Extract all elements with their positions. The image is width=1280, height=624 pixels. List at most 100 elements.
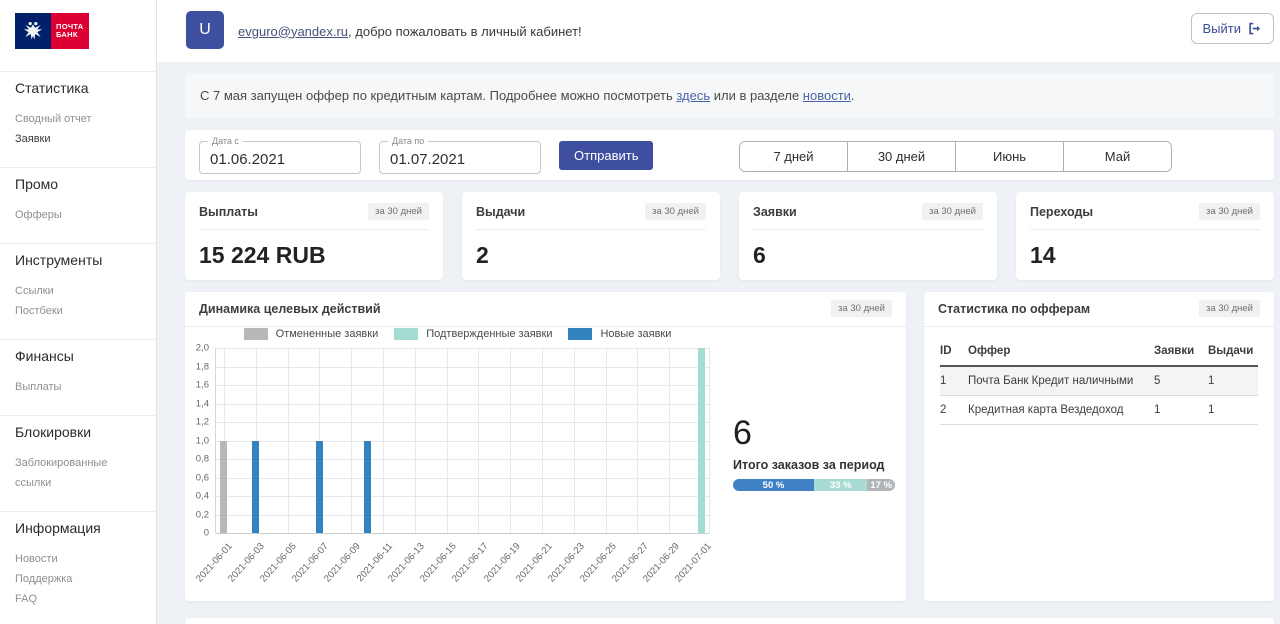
sidebar-item-faq[interactable]: FAQ xyxy=(15,589,141,609)
notice-middle: или в разделе xyxy=(710,88,803,103)
legend-swatch-confirmed xyxy=(394,328,418,340)
summary-label: Итого заказов за период xyxy=(733,458,895,472)
h-gridline xyxy=(216,367,709,368)
table-cell: 1 xyxy=(1154,396,1208,425)
period-badge: за 30 дней xyxy=(368,203,429,220)
chart-y-axis: 2,01,81,61,41,21,00,80,60,40,20 xyxy=(185,348,211,533)
v-gridline xyxy=(669,348,670,533)
legend-item-new: Новые заявки xyxy=(568,328,671,340)
period-badge: за 30 дней xyxy=(1199,203,1260,220)
sidebar-item-payouts[interactable]: Выплаты xyxy=(15,377,141,397)
stat-card-value: 14 xyxy=(1030,242,1260,269)
v-gridline xyxy=(542,348,543,533)
pochta-bank-wordmark: ПОЧТА БАНК xyxy=(51,13,89,49)
top-bar: U evguro@yandex.ru, добро пожаловать в л… xyxy=(157,0,1280,62)
sidebar-section-promo: Промо Офферы xyxy=(0,167,156,243)
y-tick-label: 2,0 xyxy=(196,343,209,354)
sidebar-item-summary-report[interactable]: Сводный отчет xyxy=(15,109,141,129)
h-gridline xyxy=(216,515,709,516)
period-badge: за 30 дней xyxy=(645,203,706,220)
range-june-button[interactable]: Июнь xyxy=(956,142,1064,171)
v-gridline xyxy=(637,348,638,533)
sidebar-section-title: Промо xyxy=(15,176,141,193)
sidebar-item-blocked-links[interactable]: Заблокированные ссылки xyxy=(15,453,141,493)
stat-card-payouts: Выплаты за 30 дней 15 224 RUB xyxy=(185,192,443,280)
table-cell: 1 xyxy=(1208,366,1258,396)
sidebar-section-tools: Инструменты Ссылки Постбеки xyxy=(0,243,156,339)
sidebar-item-applications[interactable]: Заявки xyxy=(15,129,141,149)
sidebar-section-blocks: Блокировки Заблокированные ссылки xyxy=(0,415,156,511)
range-7-days-button[interactable]: 7 дней xyxy=(740,142,848,171)
stat-card-value: 2 xyxy=(476,242,706,269)
pochta-bank-emblem-icon xyxy=(15,13,51,49)
table-row[interactable]: 2Кредитная карта Вездедоход11 xyxy=(940,396,1258,425)
notice-link-news[interactable]: новости xyxy=(803,88,851,103)
user-avatar[interactable]: U xyxy=(186,11,224,49)
sidebar-section-title: Информация xyxy=(15,520,141,537)
date-to-input[interactable] xyxy=(380,142,540,173)
submit-button[interactable]: Отправить xyxy=(559,141,653,170)
sidebar-item-support[interactable]: Поддержка xyxy=(15,569,141,589)
y-tick-label: 1,2 xyxy=(196,417,209,428)
date-to-label: Дата по xyxy=(388,136,428,146)
legend-item-confirmed: Подтвержденные заявки xyxy=(394,328,552,340)
sidebar-section-information: Информация Новости Поддержка FAQ xyxy=(0,511,156,624)
stat-card-value: 15 224 RUB xyxy=(199,242,429,269)
sidebar-section-finance: Финансы Выплаты xyxy=(0,339,156,415)
h-gridline xyxy=(216,478,709,479)
chart-summary: 6 Итого заказов за период 50 %33 %17 % xyxy=(733,414,895,491)
sidebar-item-news[interactable]: Новости xyxy=(15,549,141,569)
percent-segment: 33 % xyxy=(814,479,867,491)
offers-table-body: 1Почта Банк Кредит наличными512Кредитная… xyxy=(940,366,1258,425)
legend-label: Отмененные заявки xyxy=(276,328,379,340)
user-email-link[interactable]: evguro@yandex.ru xyxy=(238,24,348,39)
legend-swatch-canceled xyxy=(244,328,268,340)
notice-prefix: С 7 мая запущен оффер по кредитным карта… xyxy=(200,88,676,103)
sidebar: ПОЧТА БАНК Статистика Сводный отчет Заяв… xyxy=(0,0,157,624)
chart-bar xyxy=(252,441,259,534)
table-cell: 5 xyxy=(1154,366,1208,396)
v-gridline xyxy=(606,348,607,533)
column-header-id: ID xyxy=(940,339,968,366)
chart-bar xyxy=(220,441,227,534)
sidebar-item-offers[interactable]: Офферы xyxy=(15,205,141,225)
offers-stats-card: Статистика по офферам за 30 дней ID Оффе… xyxy=(924,292,1274,601)
sidebar-item-postbacks[interactable]: Постбеки xyxy=(15,301,141,321)
h-gridline xyxy=(216,496,709,497)
y-tick-label: 1,0 xyxy=(196,435,209,446)
notice-suffix: . xyxy=(851,88,855,103)
date-from-input[interactable] xyxy=(200,142,360,173)
chart-bar xyxy=(316,441,323,534)
v-gridline xyxy=(510,348,511,533)
table-cell: 1 xyxy=(940,366,968,396)
summary-percent-bar: 50 %33 %17 % xyxy=(733,479,895,491)
legend-swatch-new xyxy=(568,328,592,340)
notice-text: С 7 мая запущен оффер по кредитным карта… xyxy=(200,88,855,103)
main-content: U evguro@yandex.ru, добро пожаловать в л… xyxy=(157,0,1280,624)
sidebar-section-statistics: Статистика Сводный отчет Заявки xyxy=(0,71,156,167)
table-cell: 1 xyxy=(1208,396,1258,425)
logout-button[interactable]: Выйти xyxy=(1191,13,1275,44)
logo-line2: БАНК xyxy=(56,31,89,40)
legend-item-canceled: Отмененные заявки xyxy=(244,328,379,340)
stat-card-title: Переходы xyxy=(1030,205,1093,219)
chart-plot xyxy=(215,348,710,533)
notice-link-here[interactable]: здесь xyxy=(676,88,710,103)
sidebar-item-links[interactable]: Ссылки xyxy=(15,281,141,301)
period-badge: за 30 дней xyxy=(1199,300,1260,317)
chart-bar xyxy=(698,348,705,533)
date-to-field: Дата по xyxy=(379,141,541,174)
chart-bar xyxy=(364,441,371,534)
offers-table-title: Статистика по офферам xyxy=(938,302,1090,316)
pochta-bank-logo[interactable]: ПОЧТА БАНК xyxy=(0,0,156,71)
range-30-days-button[interactable]: 30 дней xyxy=(848,142,956,171)
sidebar-section-title: Финансы xyxy=(15,348,141,365)
y-tick-label: 1,4 xyxy=(196,398,209,409)
v-gridline xyxy=(383,348,384,533)
table-row[interactable]: 1Почта Банк Кредит наличными51 xyxy=(940,366,1258,396)
v-gridline xyxy=(288,348,289,533)
stat-card-value: 6 xyxy=(753,242,983,269)
range-may-button[interactable]: Май xyxy=(1064,142,1171,171)
y-tick-label: 0,8 xyxy=(196,454,209,465)
target-actions-chart-card: Динамика целевых действий за 30 дней Отм… xyxy=(185,292,906,601)
